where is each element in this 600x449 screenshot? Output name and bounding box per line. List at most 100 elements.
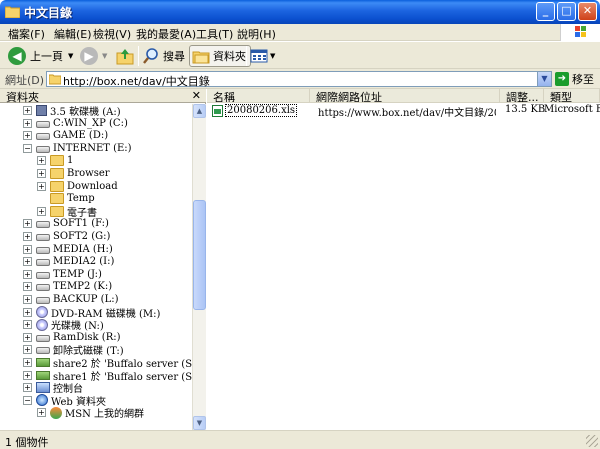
tree-item[interactable]: + SOFT2 (G:)	[23, 230, 110, 243]
folder-pane-close-button[interactable]: ✕	[192, 89, 201, 102]
tree-item-label: 1	[67, 155, 74, 167]
tree-expander[interactable]: +	[23, 118, 32, 128]
tree-expander[interactable]: −	[23, 395, 32, 405]
folder-icon	[50, 193, 64, 205]
tree-expander[interactable]: +	[23, 345, 32, 355]
back-button[interactable]: ◀ 上一頁 ▼	[8, 45, 73, 67]
tree-expander[interactable]: +	[23, 106, 32, 115]
menu-favorites[interactable]: 我的最愛(A)	[136, 26, 196, 42]
tree-item[interactable]: +3.5 軟碟機 (A:)	[23, 104, 121, 118]
tree-expander[interactable]: +	[37, 169, 46, 178]
tree-expander[interactable]: +	[23, 332, 32, 342]
menu-file[interactable]: 檔案(F)	[8, 26, 45, 42]
folders-label: 資料夾	[213, 50, 246, 63]
tree-expander[interactable]: +	[37, 408, 46, 418]
tree-expander[interactable]: +	[23, 307, 32, 317]
cd-icon	[36, 306, 48, 319]
tree-expander[interactable]: +	[23, 232, 32, 241]
folder-pane-scrollbar[interactable]: ▲ ▼	[192, 104, 206, 430]
tree-item[interactable]: + MEDIA (H:)	[23, 243, 113, 256]
column-header-type[interactable]: 類型	[544, 89, 600, 102]
tree-expander[interactable]: +	[23, 320, 32, 330]
toolbar: ◀ 上一頁 ▼ ▶ ▼ 搜尋 資料夾 ▼	[0, 42, 600, 69]
column-header-size[interactable]: 調整...	[500, 89, 544, 102]
tree-expander[interactable]: +	[23, 131, 32, 141]
tree-expander[interactable]: +	[23, 282, 32, 292]
tree-item[interactable]: + MSN 上我的網群	[37, 406, 144, 420]
tree-expander[interactable]: +	[37, 181, 46, 191]
table-row[interactable]: 20080206.xls https://www.box.net/dav/中文目…	[207, 104, 600, 119]
toolbar-separator	[138, 46, 139, 66]
close-button[interactable]: ✕	[578, 2, 597, 21]
tree-item[interactable]: + TEMP2 (K:)	[23, 280, 112, 293]
drive-icon	[36, 271, 50, 279]
floppy-icon	[36, 105, 47, 116]
tree-expander[interactable]: +	[23, 244, 32, 254]
tree-item[interactable]: + C:WIN_XP (C:)	[23, 117, 128, 130]
toolbar-separator	[246, 46, 247, 66]
menu-edit[interactable]: 編輯(E)	[54, 26, 92, 42]
tree-item-label: TEMP2 (K:)	[53, 281, 113, 293]
tree-item[interactable]: + Download	[37, 180, 118, 193]
tree-item-label: INTERNET (E:)	[53, 142, 132, 154]
views-dropdown-icon[interactable]: ▼	[270, 52, 275, 60]
folders-icon	[192, 51, 210, 64]
tree-expander[interactable]: −	[23, 143, 32, 153]
up-folder-icon	[116, 49, 134, 65]
folder-pane-header: 資料夾 ✕	[0, 89, 206, 104]
tree-expander[interactable]: +	[23, 257, 32, 267]
maximize-button[interactable]: □	[557, 2, 576, 21]
tree-item[interactable]: +1	[37, 154, 73, 167]
tree-expander[interactable]: +	[23, 358, 32, 367]
tree-expander[interactable]: +	[23, 370, 32, 380]
tree-item[interactable]: + SOFT1 (F:)	[23, 217, 109, 230]
forward-button[interactable]: ▶ ▼	[80, 45, 107, 67]
tree-item[interactable]: +share1 於 'Buffalo server (Samba 3.0.24)…	[23, 369, 192, 383]
menu-tools[interactable]: 工具(T)	[196, 26, 233, 42]
views-button[interactable]: ▼	[250, 45, 275, 67]
scroll-thumb[interactable]	[193, 200, 206, 310]
tree-expander[interactable]: +	[37, 156, 46, 166]
minimize-button[interactable]: _	[536, 2, 555, 21]
tree-expander[interactable]: +	[23, 219, 32, 229]
scroll-up-button[interactable]: ▲	[193, 104, 206, 118]
scroll-down-button[interactable]: ▼	[193, 416, 206, 430]
column-header-url[interactable]: 網際網路位址	[310, 89, 500, 102]
title-bar[interactable]: 中文目錄 _ □ ✕	[0, 0, 600, 24]
tree-item[interactable]: + MEDIA2 (I:)	[23, 255, 114, 268]
tree-expander[interactable]: +	[23, 269, 32, 279]
go-button[interactable]: ➜ 移至	[555, 71, 594, 87]
tree-item-label: TEMP (J:)	[53, 268, 102, 280]
search-button[interactable]: 搜尋	[142, 45, 185, 67]
file-name-cell[interactable]: 20080206.xls	[212, 104, 298, 117]
column-header-name[interactable]: 名稱	[207, 89, 310, 102]
menu-help[interactable]: 說明(H)	[237, 26, 276, 42]
folder-icon	[49, 74, 61, 85]
tree-expander[interactable]: +	[37, 206, 46, 216]
tree-item[interactable]: + TEMP (J:)	[23, 268, 102, 281]
tree-item[interactable]: + GAME (D:)	[23, 129, 108, 142]
file-list[interactable]: 名稱 網際網路位址 調整... 類型 20080206.xls https://…	[207, 89, 600, 430]
tree-expander[interactable]: +	[23, 383, 32, 393]
resize-grip-icon[interactable]	[586, 435, 598, 447]
tree-item[interactable]: − INTERNET (E:)	[23, 142, 132, 155]
folders-button[interactable]: 資料夾	[189, 45, 251, 67]
control-panel-icon	[36, 382, 50, 394]
tree-item[interactable]: + 光碟機 (N:)	[23, 318, 104, 332]
window-title: 中文目錄	[24, 6, 73, 20]
tree-item[interactable]: + Browser	[37, 167, 110, 180]
tree-item[interactable]: + 電子書	[37, 205, 97, 219]
tree-item-label: MEDIA (H:)	[53, 243, 113, 255]
up-folder-button[interactable]	[116, 45, 134, 67]
drive-icon	[36, 347, 50, 355]
forward-dropdown-icon[interactable]: ▼	[102, 52, 107, 60]
folder-icon	[50, 180, 64, 192]
forward-arrow-icon: ▶	[80, 47, 98, 65]
address-dropdown-icon[interactable]: ▼	[537, 72, 551, 86]
back-dropdown-icon[interactable]: ▼	[68, 52, 73, 60]
menu-view[interactable]: 檢視(V)	[93, 26, 131, 42]
tree-expander[interactable]: +	[23, 295, 32, 304]
address-input[interactable]: http://box.net/dav/中文目錄 ▼	[46, 71, 552, 88]
tree-item-label: BACKUP (L:)	[53, 294, 119, 305]
folder-tree[interactable]: +3.5 軟碟機 (A:) + C:WIN_XP (C:) + GAME (D:) − IN…	[0, 104, 192, 430]
